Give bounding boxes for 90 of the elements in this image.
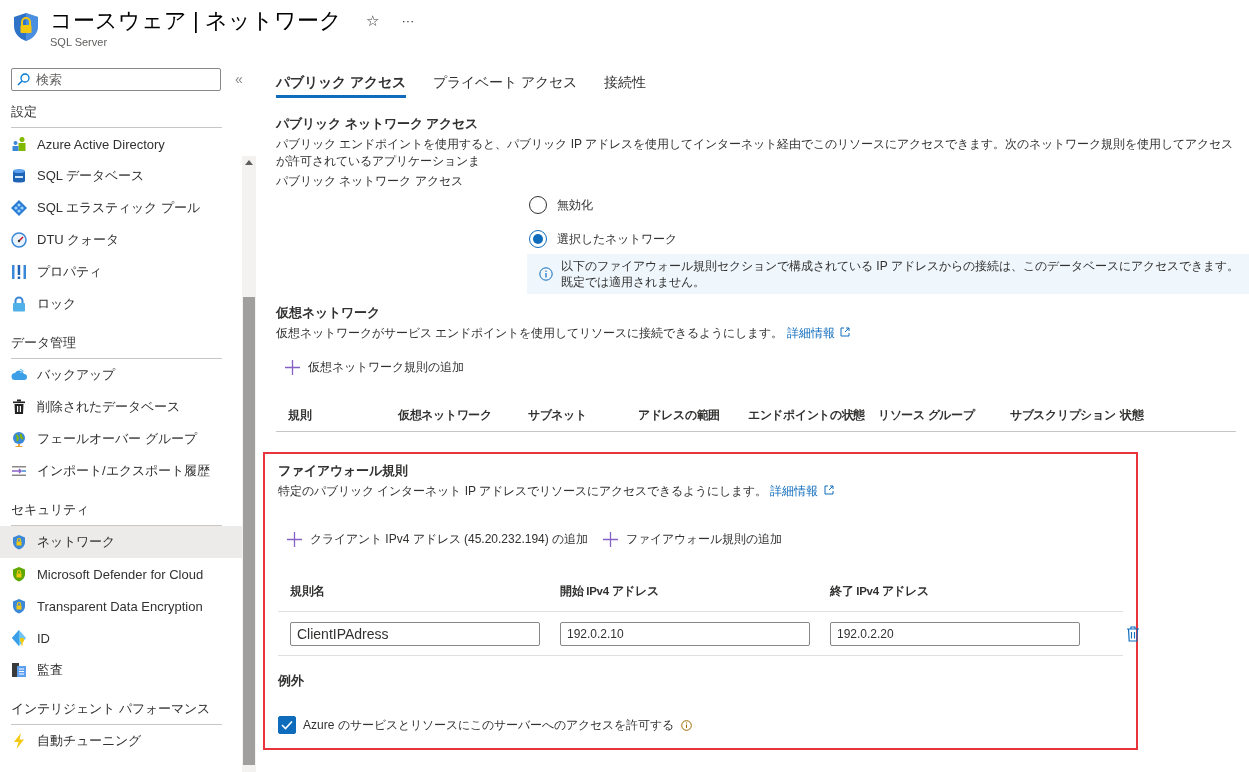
shield-icon <box>11 598 27 614</box>
section-title: ファイアウォール規則 <box>278 462 409 480</box>
learn-more-link[interactable]: 詳細情報 <box>786 326 850 340</box>
nav-item[interactable]: 削除されたデータベース <box>0 391 242 423</box>
plus-icon <box>287 531 302 547</box>
shield-icon <box>11 534 27 550</box>
column-header: 仮想ネットワーク <box>398 408 493 423</box>
more-menu[interactable]: ··· <box>401 9 415 33</box>
section-heading: 設定 <box>11 99 222 128</box>
page-subtitle: SQL Server <box>50 36 109 48</box>
column-header: 規則 <box>288 408 313 423</box>
add-button[interactable]: 仮想ネットワーク規則の追加 <box>276 352 464 382</box>
document-icon <box>11 662 27 678</box>
shield-icon <box>12 12 40 42</box>
plus-icon <box>285 359 300 375</box>
nav-item[interactable]: SQL エラスティック プール <box>0 192 242 224</box>
learn-more-link[interactable]: 詳細情報 <box>770 484 834 498</box>
rule-name-field[interactable]: ClientIPAdress <box>290 621 540 646</box>
radio-option[interactable]: 無効化 <box>529 196 1249 214</box>
plus-icon <box>603 531 619 547</box>
search-field[interactable]: 検索 <box>11 67 221 91</box>
tab[interactable]: プライベート アクセス <box>432 62 577 98</box>
column-header: 開始 IPv4 アドレス <box>560 584 660 599</box>
check-icon <box>281 720 293 730</box>
info-text: 以下のファイアウォール規則セクションで構成されている IP アドレスからの接続は、このデータベースにアクセスできます。既定では適用されません。 <box>561 258 1240 290</box>
page-title: コースウェア | ネットワーク <box>50 8 342 34</box>
cloud-icon <box>11 367 27 383</box>
add-button[interactable]: クライアント IPv4 アドレス (45.20.232.194) の追加 <box>278 524 589 554</box>
radio-option[interactable]: 選択したネットワーク <box>529 230 1249 248</box>
info-icon <box>680 719 692 731</box>
nav-item[interactable]: ロック <box>0 288 242 320</box>
field-label: パブリック ネットワーク アクセス <box>276 173 464 190</box>
scrollbar-thumb[interactable] <box>243 297 255 765</box>
section-title: パブリック ネットワーク アクセス <box>276 115 480 133</box>
nav-item[interactable]: DTU クォータ <box>0 224 242 256</box>
gauge-icon <box>11 232 27 248</box>
delete-button[interactable] <box>1126 625 1140 642</box>
tab[interactable]: パブリック アクセス <box>276 62 406 98</box>
nav-item[interactable]: フェールオーバー グループ <box>0 423 242 455</box>
section-heading: インテリジェント パフォーマンス <box>11 696 222 725</box>
favorite-star[interactable]: ☆ <box>365 9 380 33</box>
collapse-button[interactable]: « <box>235 71 243 87</box>
start-ip-field[interactable]: 192.0.2.10 <box>560 621 810 646</box>
section-description: パブリック エンドポイントを使用すると、パブリック IP アドレスを使用してインターネット経由でこのリソースにアクセスできます。次のネットワーク規則を使用してアクセスが許可されているアプリケーションま <box>276 136 1235 170</box>
trash-icon <box>11 399 27 415</box>
nav-item[interactable]: Transparent Data Encryption <box>0 590 242 622</box>
key-icon <box>11 630 27 646</box>
people-icon <box>11 136 27 152</box>
info-icon <box>539 267 553 281</box>
section-description: 特定のパブリック インターネット IP アドレスでリソースにアクセスできるようにします。 詳細情報 <box>278 483 1123 500</box>
column-header: リソース グループ <box>878 408 977 423</box>
database-icon <box>11 168 27 184</box>
nav-item[interactable]: Azure Active Directory <box>0 128 242 160</box>
nav-item[interactable]: プロパティ <box>0 256 242 288</box>
bars-icon <box>11 264 27 280</box>
external-link-icon <box>823 485 834 495</box>
nav-item[interactable]: 自動チューニング <box>0 725 242 757</box>
lock-icon <box>11 296 27 312</box>
nav-item[interactable]: ネットワーク <box>0 526 242 558</box>
section-description: 仮想ネットワークがサービス エンドポイントを使用してリソースに接続できるようにします。 詳細情報 <box>276 325 1249 342</box>
column-header: サブネット <box>528 408 588 423</box>
column-header: 規則名 <box>290 584 327 599</box>
scroll-up-icon <box>245 160 253 165</box>
trash-icon <box>1126 625 1140 642</box>
end-ip-field[interactable]: 192.0.2.20 <box>830 621 1080 646</box>
add-button[interactable]: ファイアウォール規則の追加 <box>594 524 783 554</box>
nav-item[interactable]: 監査 <box>0 654 242 686</box>
section-title: 例外 <box>278 672 305 690</box>
nav-item[interactable]: ID <box>0 622 242 654</box>
nav-item[interactable]: バックアップ <box>0 359 242 391</box>
column-header: 終了 IPv4 アドレス <box>830 584 930 599</box>
section-title: 仮想ネットワーク <box>276 304 381 322</box>
globe-icon <box>11 431 27 447</box>
nav-item[interactable]: SQL データベース <box>0 160 242 192</box>
arrows-icon <box>11 463 27 479</box>
column-header: アドレスの範囲 <box>638 408 721 423</box>
column-header: サブスクリプション <box>1010 408 1117 423</box>
shield-icon <box>11 566 27 582</box>
scrollbar[interactable] <box>242 156 256 772</box>
column-header: 状態 <box>1120 408 1145 423</box>
nav-item[interactable]: Microsoft Defender for Cloud <box>0 558 242 590</box>
diamond-cluster-icon <box>11 200 27 216</box>
section-heading: データ管理 <box>11 330 222 359</box>
checkbox[interactable] <box>278 716 296 734</box>
tab[interactable]: 接続性 <box>603 62 646 98</box>
nav-item[interactable]: インポート/エクスポート履歴 <box>0 455 242 487</box>
search-icon <box>17 72 30 86</box>
column-header: エンドポイントの状態 <box>748 408 866 423</box>
checkbox-option[interactable]: Azure のサービスとリソースにこのサーバーへのアクセスを許可する <box>278 716 1123 734</box>
external-link-icon <box>840 327 850 337</box>
